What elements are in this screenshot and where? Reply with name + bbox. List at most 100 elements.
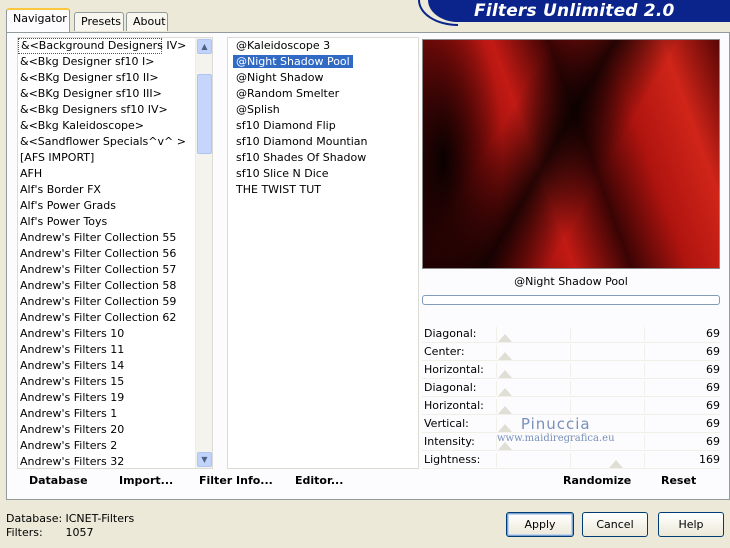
slider-row[interactable]: Horizontal: 69: [422, 361, 720, 379]
slider-thumb[interactable]: [498, 388, 513, 396]
slider-tick: [644, 381, 645, 395]
slider-value: 69: [706, 435, 720, 448]
slider-value: 69: [706, 363, 720, 376]
slider-tick: [496, 399, 497, 413]
slider-tick: [496, 453, 497, 467]
category-item[interactable]: &<Background Designers IV>: [18, 38, 186, 54]
filter-item[interactable]: sf10 Shades Of Shadow: [228, 150, 418, 166]
slider-tick: [644, 345, 645, 359]
slider-label: Horizontal:: [424, 363, 484, 376]
slider-row[interactable]: Horizontal: 69: [422, 397, 720, 415]
cancel-button[interactable]: Cancel: [582, 512, 648, 537]
filter-item[interactable]: sf10 Diamond Mountian: [228, 134, 418, 150]
scroll-thumb[interactable]: [197, 74, 212, 154]
category-item[interactable]: &<BKg Designer sf10 III>: [18, 86, 212, 102]
slider-row[interactable]: Diagonal: 69: [422, 379, 720, 397]
slider-tick: [644, 363, 645, 377]
filter-item[interactable]: @Splish: [228, 102, 418, 118]
slider-value: 69: [706, 417, 720, 430]
slider-tick: [570, 399, 571, 413]
slider-tick: [644, 399, 645, 413]
slider-value: 69: [706, 327, 720, 340]
slider-tick: [570, 381, 571, 395]
editor-button[interactable]: Editor...: [295, 474, 343, 487]
category-item[interactable]: &<BKg Designer sf10 II>: [18, 70, 212, 86]
category-item[interactable]: Alf's Power Grads: [18, 198, 212, 214]
category-item[interactable]: Andrew's Filter Collection 62: [18, 310, 212, 326]
import-button[interactable]: Import...: [119, 474, 173, 487]
slider-value: 69: [706, 345, 720, 358]
slider-thumb[interactable]: [498, 334, 513, 342]
filter-item[interactable]: @Night Shadow Pool: [228, 54, 418, 70]
slider-tick: [496, 363, 497, 377]
category-list[interactable]: &<Background Designers IV> &<Bkg Designer…: [17, 37, 213, 469]
filter-item[interactable]: @Kaleidoscope 3: [228, 38, 418, 54]
filter-item[interactable]: sf10 Slice N Dice: [228, 166, 418, 182]
category-item[interactable]: &<Bkg Kaleidoscope>: [18, 118, 212, 134]
filter-item[interactable]: @Random Smelter: [228, 86, 418, 102]
category-item[interactable]: Andrew's Filter Collection 56: [18, 246, 212, 262]
category-item[interactable]: &<Bkg Designer sf10 I>: [18, 54, 212, 70]
tab-navigator[interactable]: Navigator: [6, 8, 70, 32]
slider-row[interactable]: Lightness: 169: [422, 451, 720, 469]
slider-tick: [570, 345, 571, 359]
category-item[interactable]: Andrew's Filters 14: [18, 358, 212, 374]
category-item[interactable]: Andrew's Filters 2: [18, 438, 212, 454]
scroll-up-icon[interactable]: ▲: [197, 39, 212, 54]
category-item[interactable]: [AFS IMPORT]: [18, 150, 212, 166]
slider-label: Center:: [424, 345, 465, 358]
tab-presets[interactable]: Presets: [74, 12, 124, 31]
slider-thumb[interactable]: [498, 352, 513, 360]
category-item[interactable]: Andrew's Filters 20: [18, 422, 212, 438]
slider-tick: [644, 327, 645, 341]
slider-label: Diagonal:: [424, 327, 477, 340]
filter-info-button[interactable]: Filter Info...: [199, 474, 273, 487]
category-item[interactable]: Alf's Border FX: [18, 182, 212, 198]
slider-row[interactable]: Center: 69: [422, 343, 720, 361]
database-label: Database:: [6, 512, 63, 525]
category-item[interactable]: Andrew's Filter Collection 57: [18, 262, 212, 278]
slider-tick: [644, 453, 645, 467]
category-item[interactable]: Andrew's Filter Collection 59: [18, 294, 212, 310]
filter-item[interactable]: sf10 Diamond Flip: [228, 118, 418, 134]
slider-tick: [570, 453, 571, 467]
slider-thumb[interactable]: [498, 370, 513, 378]
category-item[interactable]: &<Bkg Designers sf10 IV>: [18, 102, 212, 118]
navigator-panel: &<Background Designers IV> &<Bkg Designer…: [6, 32, 730, 500]
category-item[interactable]: Alf's Power Toys: [18, 214, 212, 230]
slider-tick: [496, 345, 497, 359]
apply-button[interactable]: Apply: [506, 512, 574, 537]
category-item[interactable]: Andrew's Filters 10: [18, 326, 212, 342]
category-item[interactable]: Andrew's Filters 15: [18, 374, 212, 390]
randomize-button[interactable]: Randomize: [563, 474, 631, 487]
filter-list[interactable]: @Kaleidoscope 3 @Night Shadow Pool @Night …: [227, 37, 419, 469]
tab-about[interactable]: About: [126, 12, 168, 31]
reset-button[interactable]: Reset: [661, 474, 696, 487]
slider-row[interactable]: Diagonal: 69: [422, 325, 720, 343]
category-item[interactable]: Andrew's Filters 32: [18, 454, 212, 470]
category-item[interactable]: Andrew's Filters 1: [18, 406, 212, 422]
slider-value: 69: [706, 381, 720, 394]
slider-label: Diagonal:: [424, 381, 477, 394]
slider-tick: [496, 381, 497, 395]
filter-item[interactable]: THE TWIST TUT: [228, 182, 418, 198]
help-button[interactable]: Help: [658, 512, 724, 537]
category-item[interactable]: AFH: [18, 166, 212, 182]
watermark: Pinuccia www.maidiregrafica.eu: [497, 415, 615, 444]
slider-thumb[interactable]: [498, 406, 513, 414]
database-button[interactable]: Database: [29, 474, 88, 487]
category-item[interactable]: &<Sandflower Specials^v^ >: [18, 134, 212, 150]
category-item[interactable]: Andrew's Filter Collection 55: [18, 230, 212, 246]
slider-tick: [570, 327, 571, 341]
filter-item[interactable]: @Night Shadow: [228, 70, 418, 86]
category-item[interactable]: Andrew's Filters 11: [18, 342, 212, 358]
status-footer: Database: ICNET-Filters Filters: 1057: [6, 512, 134, 540]
category-item[interactable]: Andrew's Filter Collection 58: [18, 278, 212, 294]
category-item[interactable]: Andrew's Filters 19: [18, 390, 212, 406]
category-scrollbar[interactable]: ▲ ▼: [195, 38, 212, 468]
slider-tick: [644, 435, 645, 449]
filter-rows: @Kaleidoscope 3 @Night Shadow Pool @Night …: [228, 38, 418, 198]
slider-thumb[interactable]: [608, 460, 623, 468]
preview-filter-name: @Night Shadow Pool: [514, 275, 628, 288]
scroll-down-icon[interactable]: ▼: [197, 452, 212, 467]
